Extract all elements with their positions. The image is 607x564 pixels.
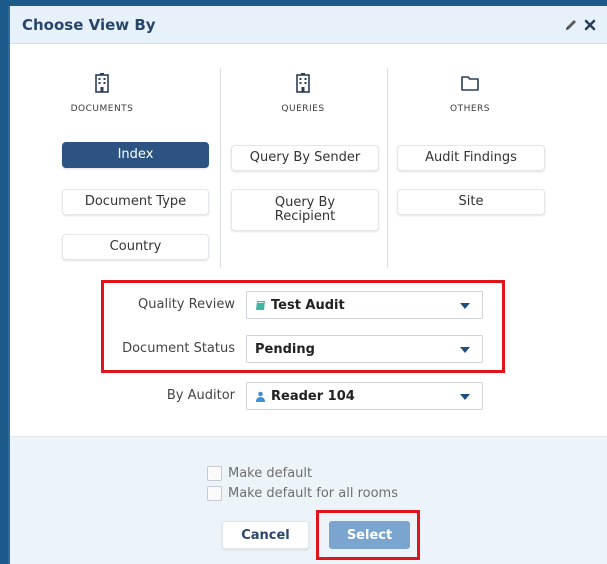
option-audit-findings[interactable]: Audit Findings: [397, 145, 545, 171]
make-default-all-checkbox[interactable]: [207, 486, 222, 501]
by-auditor-value: Reader 104: [271, 388, 355, 404]
column-divider: [387, 68, 388, 268]
filter-row-by-auditor: By Auditor Reader 104: [10, 382, 607, 410]
option-index[interactable]: Index: [62, 142, 209, 168]
quality-review-value: Test Audit: [271, 297, 345, 313]
option-query-by-sender[interactable]: Query By Sender: [231, 145, 379, 171]
document-status-label: Document Status: [122, 341, 235, 356]
make-default-checkbox[interactable]: [207, 466, 222, 481]
filter-row-quality-review: Quality Review Test Audit: [10, 291, 607, 319]
column-divider: [220, 68, 221, 268]
filter-row-document-status: Document Status Pending: [10, 335, 607, 363]
make-default-label: Make default: [228, 466, 313, 481]
by-auditor-label: By Auditor: [166, 388, 235, 403]
folder-icon: [459, 72, 481, 94]
quality-review-label: Quality Review: [138, 297, 235, 312]
cancel-button[interactable]: Cancel: [222, 521, 309, 549]
dialog-title: Choose View By: [22, 16, 156, 34]
category-label-queries: QUERIES: [281, 104, 325, 114]
by-auditor-select[interactable]: Reader 104: [246, 382, 483, 410]
dialog-header: Choose View By: [10, 6, 607, 44]
make-default-all-label: Make default for all rooms: [228, 486, 398, 501]
quality-review-select[interactable]: Test Audit: [246, 291, 483, 319]
building-icon: [292, 72, 314, 94]
option-site[interactable]: Site: [397, 189, 545, 215]
chevron-down-icon: [460, 303, 470, 309]
option-country[interactable]: Country: [62, 234, 209, 260]
option-document-type[interactable]: Document Type: [62, 189, 209, 215]
document-status-select[interactable]: Pending: [246, 335, 483, 363]
book-icon: [255, 300, 266, 311]
close-icon[interactable]: [583, 17, 597, 31]
make-default-row: Make default: [207, 466, 312, 481]
choose-view-dialog: Choose View By DOCUMENTS Index Document …: [8, 6, 607, 564]
make-default-all-row: Make default for all rooms: [207, 486, 398, 501]
select-button[interactable]: Select: [329, 521, 410, 549]
building-icon: [91, 72, 113, 94]
user-icon: [255, 391, 266, 402]
document-status-value: Pending: [255, 341, 315, 357]
pencil-icon[interactable]: [564, 17, 578, 31]
option-query-by-recipient[interactable]: Query By Recipient: [231, 189, 379, 231]
category-label-others: OTHERS: [449, 104, 490, 114]
chevron-down-icon: [460, 394, 470, 400]
category-label-documents: DOCUMENTS: [70, 104, 134, 114]
chevron-down-icon: [460, 347, 470, 353]
